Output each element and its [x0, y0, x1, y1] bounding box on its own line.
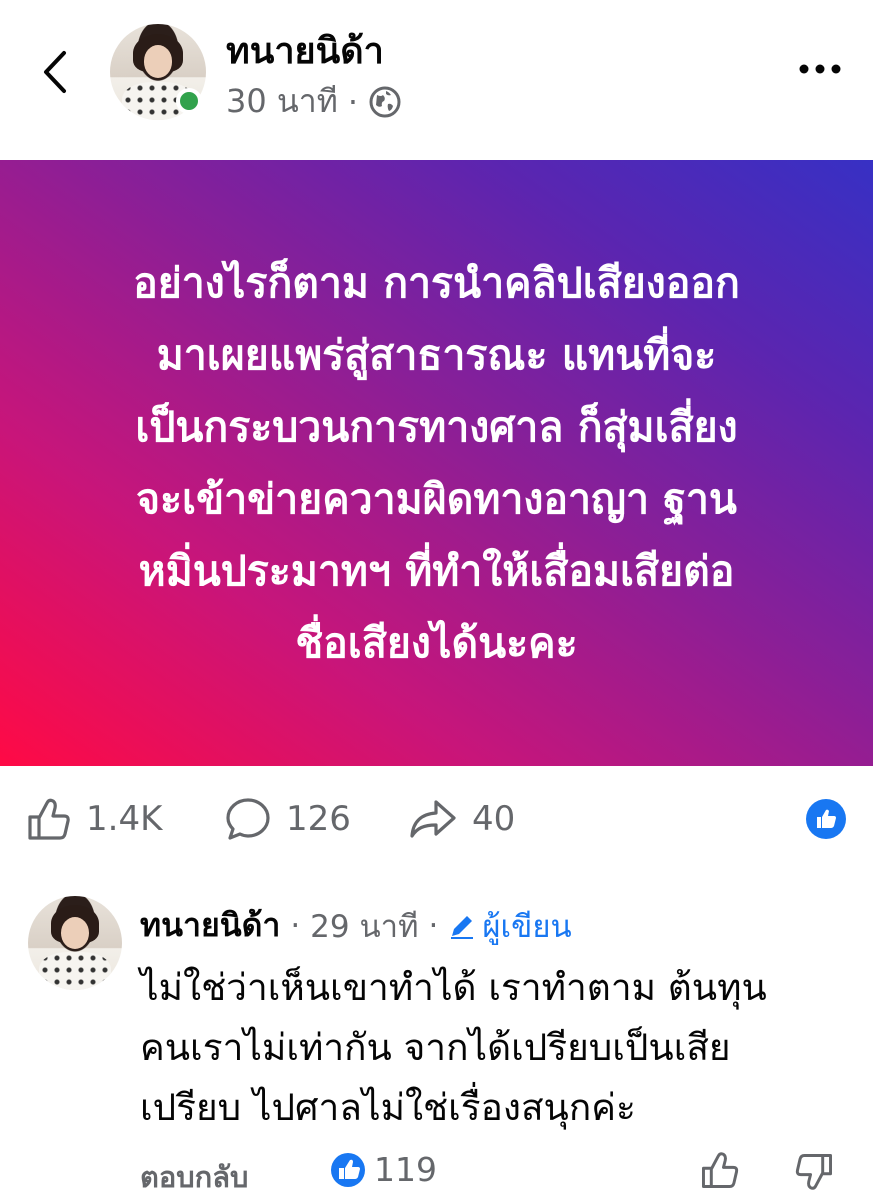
comment-button[interactable]: 126 [224, 792, 351, 846]
more-dots-icon [799, 64, 841, 74]
avatar-image [28, 896, 122, 990]
commenter-avatar[interactable] [28, 896, 122, 990]
post-author-name[interactable]: ทนายนิด้า [226, 22, 384, 79]
like-reaction-icon [331, 1152, 365, 1187]
more-options-button[interactable] [795, 44, 845, 94]
comment-text: ไม่ใช่ว่าเห็นเขาทำได้ เราทำตาม ต้นทุน คน… [140, 966, 767, 1129]
like-count: 1.4K [86, 799, 163, 839]
comment-bubble-icon [226, 798, 270, 840]
meta-separator: · [347, 82, 358, 121]
comment-actions: ตอบกลับ 119 [140, 1150, 840, 1200]
online-status-dot [176, 88, 202, 114]
comment-separator: · [290, 907, 301, 944]
globe-icon [369, 86, 401, 117]
reply-button[interactable]: ตอบกลับ [140, 1154, 248, 1200]
comment-like-button[interactable] [700, 1150, 740, 1194]
comment-time[interactable]: 29 นาที [310, 901, 418, 951]
comment-separator: · [428, 907, 439, 944]
like-reaction-icon [817, 809, 836, 828]
share-button[interactable]: 40 [408, 792, 515, 846]
like-button[interactable]: 1.4K [26, 792, 162, 846]
comment-author-name[interactable]: ทนายนิด้า [140, 900, 280, 951]
share-arrow-icon [410, 800, 456, 838]
comment-count: 126 [286, 799, 351, 839]
post-meta: 30 นาที · [226, 76, 402, 127]
like-reaction-badge[interactable] [806, 799, 846, 839]
thumbs-up-icon [702, 1152, 739, 1188]
comment-reactions[interactable]: 119 [330, 1150, 437, 1189]
post-banner-text: อย่างไรก็ตาม การนำคลิปเสียงออก มาเผยแพร่… [133, 259, 740, 667]
comment-header: ทนายนิด้า · 29 นาที · ผู้เขียน [140, 900, 572, 951]
chevron-left-icon [44, 51, 66, 93]
post-time[interactable]: 30 นาที [226, 76, 338, 127]
back-button[interactable] [30, 40, 80, 104]
share-count: 40 [472, 799, 516, 839]
comment-dislike-button[interactable] [794, 1152, 834, 1196]
thumbs-up-icon [28, 798, 70, 840]
author-badge-label: ผู้เขียน [482, 908, 572, 945]
author-badge: ผู้เขียน [448, 901, 572, 951]
pencil-icon [451, 915, 474, 939]
thumbs-down-icon [795, 1154, 832, 1190]
comment-reaction-count: 119 [374, 1150, 437, 1189]
post-banner[interactable]: อย่างไรก็ตาม การนำคลิปเสียงออก มาเผยแพร่… [0, 160, 873, 766]
